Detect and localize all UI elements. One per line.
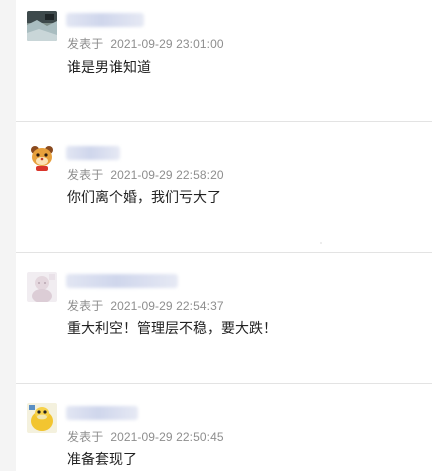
comment-text: 你们离个婚，我们亏大了 xyxy=(67,190,221,206)
comment-timestamp: 2021-09-29 22:50:45 xyxy=(110,430,224,444)
username-redacted[interactable] xyxy=(66,406,138,420)
avatar-photo-landscape-icon xyxy=(27,11,57,41)
comment-meta: 发表于 2021-09-29 22:58:20 xyxy=(67,166,224,183)
username-redacted[interactable] xyxy=(66,274,178,288)
comment-meta: 发表于 2021-09-29 23:01:00 xyxy=(67,35,224,52)
comment-timestamp: 2021-09-29 22:58:20 xyxy=(110,168,224,182)
comment-text: 准备套现了 xyxy=(67,452,137,468)
avatar-yellow-duck-icon xyxy=(27,403,57,433)
comment-divider xyxy=(16,121,432,122)
posted-label: 发表于 xyxy=(67,430,104,444)
comment-timestamp: 2021-09-29 22:54:37 xyxy=(110,299,224,313)
comment-list: 发表于 2021-09-29 23:01:00 谁是男谁知道 发表于 2021-09… xyxy=(16,0,432,471)
user-avatar[interactable] xyxy=(27,11,57,41)
comment-divider xyxy=(16,383,432,384)
username-redacted[interactable] xyxy=(66,146,120,160)
decorative-speck xyxy=(320,242,322,244)
user-avatar[interactable] xyxy=(27,272,57,302)
comment-meta: 发表于 2021-09-29 22:50:45 xyxy=(67,428,224,445)
avatar-cartoon-tiger-icon xyxy=(27,142,57,172)
posted-label: 发表于 xyxy=(67,37,104,51)
comment-divider xyxy=(16,252,432,253)
username-redacted[interactable] xyxy=(66,13,144,27)
comment-timestamp: 2021-09-29 23:01:00 xyxy=(110,37,224,51)
user-avatar[interactable] xyxy=(27,403,57,433)
avatar-pale-figure-icon xyxy=(27,272,57,302)
comment-text: 谁是男谁知道 xyxy=(67,60,151,76)
posted-label: 发表于 xyxy=(67,168,104,182)
comment-text: 重大利空！管理层不稳，要大跌！ xyxy=(67,321,277,337)
comment-meta: 发表于 2021-09-29 22:54:37 xyxy=(67,297,224,314)
posted-label: 发表于 xyxy=(67,299,104,313)
user-avatar[interactable] xyxy=(27,142,57,172)
